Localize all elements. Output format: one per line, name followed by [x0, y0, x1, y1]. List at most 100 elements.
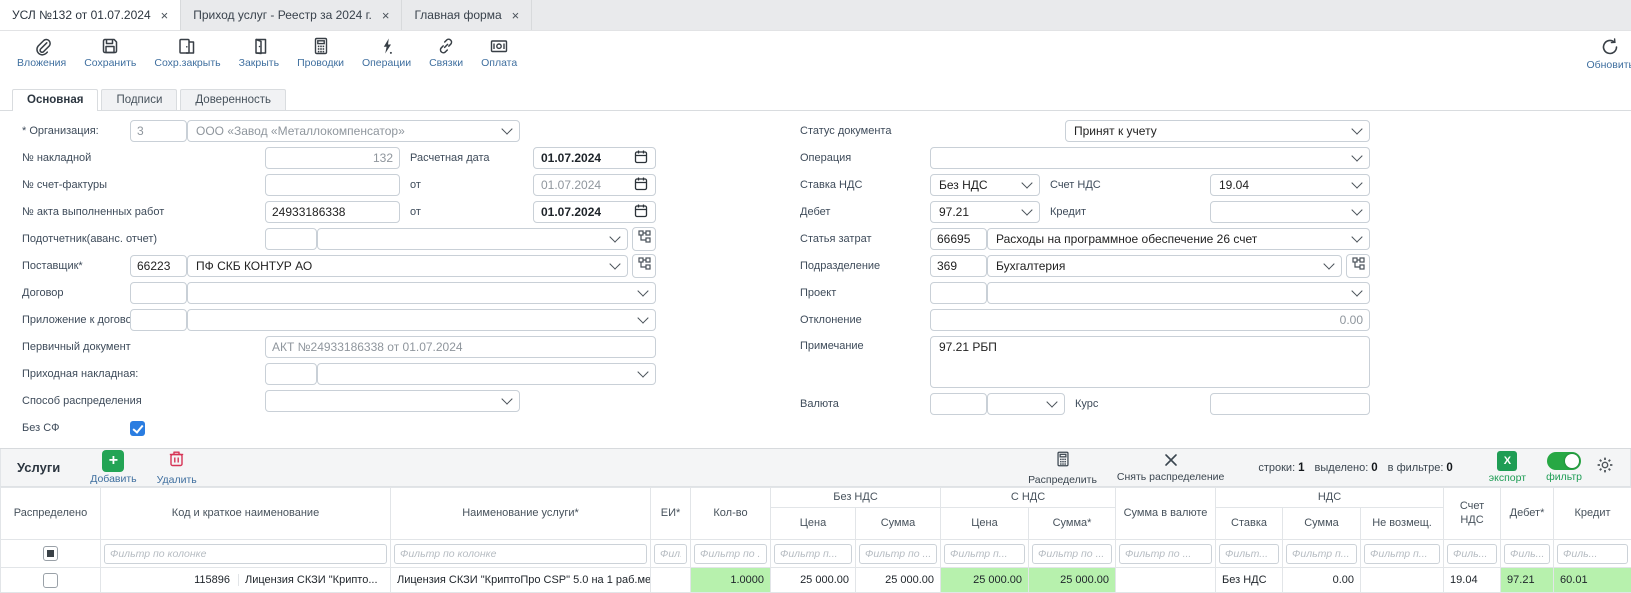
delete-row-button[interactable]: Удалить	[157, 449, 197, 486]
sum-vat-cell[interactable]: 25 000.00	[1029, 568, 1116, 593]
primary-doc-input[interactable]	[265, 336, 656, 358]
tab-document[interactable]: УСЛ №132 от 01.07.2024	[0, 0, 181, 30]
attachments-button[interactable]: Вложения	[8, 36, 75, 69]
accountable-code-input[interactable]	[265, 228, 317, 250]
filter-input-vat-rate[interactable]	[1219, 544, 1279, 564]
filter-input-sum-no-vat[interactable]	[859, 544, 937, 564]
close-icon[interactable]	[382, 9, 390, 22]
close-button[interactable]: Закрыть	[230, 36, 288, 69]
links-button[interactable]: Связки	[420, 36, 472, 69]
distribution-method-select[interactable]	[265, 390, 520, 412]
contract-code-input[interactable]	[130, 282, 187, 304]
status-select[interactable]: Принят к учету	[1065, 120, 1370, 142]
filter-input-sum-currency[interactable]	[1119, 544, 1212, 564]
organization-select[interactable]: ООО «Завод «Металлокомпенсатор»	[187, 120, 520, 142]
column-header-vat-account[interactable]: Счет НДС	[1444, 488, 1501, 540]
credit-select[interactable]	[1210, 201, 1370, 223]
tab-main-form[interactable]: Главная форма	[402, 0, 532, 30]
sum-no-vat-cell[interactable]: 25 000.00	[856, 568, 941, 593]
row-checkbox[interactable]	[43, 573, 58, 588]
filter-input-sum-vat[interactable]	[1032, 544, 1112, 564]
department-tree-button[interactable]	[1346, 254, 1370, 278]
calc-date-field[interactable]: 01.07.2024	[533, 147, 656, 169]
no-sf-checkbox[interactable]	[130, 421, 145, 436]
filter-input-code[interactable]	[104, 544, 387, 564]
filter-input-price-vat[interactable]	[944, 544, 1025, 564]
vat-rate-select[interactable]: Без НДС	[930, 174, 1040, 196]
non-reimb-cell[interactable]	[1361, 568, 1444, 593]
filter-input-unit[interactable]	[654, 544, 687, 564]
project-code-input[interactable]	[930, 282, 987, 304]
filter-input-credit[interactable]	[1557, 544, 1628, 564]
act-date-field[interactable]: 01.07.2024	[533, 201, 656, 223]
annex-code-input[interactable]	[130, 309, 187, 331]
column-header-price-vat[interactable]: Цена	[941, 508, 1029, 540]
filter-input-qty[interactable]	[694, 544, 767, 564]
close-icon[interactable]	[161, 9, 169, 22]
contract-select[interactable]	[187, 282, 656, 304]
tab-registry[interactable]: Приход услуг - Реестр за 2024 г.	[181, 0, 402, 30]
select-all-checkbox[interactable]	[43, 546, 58, 561]
undistribute-button[interactable]: Снять распределение	[1117, 452, 1224, 483]
vat-sum-cell[interactable]: 0.00	[1283, 568, 1361, 593]
column-header-vat-rate[interactable]: Ставка	[1216, 508, 1283, 540]
tab-power-of-attorney[interactable]: Доверенность	[180, 89, 286, 110]
debit-cell[interactable]: 97.21	[1501, 568, 1554, 593]
column-header-distributed[interactable]: Распределено	[1, 488, 101, 540]
filter-toggle[interactable]: фильтр	[1546, 452, 1582, 483]
column-header-credit[interactable]: Кредит	[1554, 488, 1631, 540]
payment-button[interactable]: Оплата	[472, 36, 526, 69]
close-icon[interactable]	[512, 9, 520, 22]
supplier-select[interactable]: ПФ СКБ КОНТУР АО	[187, 255, 628, 277]
currency-select[interactable]	[987, 393, 1065, 415]
cost-item-code-input[interactable]	[930, 228, 987, 250]
accountable-select[interactable]	[317, 228, 628, 250]
table-settings-button[interactable]	[1596, 456, 1614, 479]
organization-code-input[interactable]	[130, 120, 187, 142]
code-short-name-cell[interactable]: 115896 Лицензия СКЗИ "Крипто...	[101, 568, 390, 592]
department-select[interactable]: Бухгалтерия	[987, 255, 1342, 277]
currency-code-input[interactable]	[930, 393, 987, 415]
filter-input-vat-sum[interactable]	[1286, 544, 1357, 564]
filter-input-price-no-vat[interactable]	[774, 544, 852, 564]
column-header-service-name[interactable]: Наименование услуги*	[391, 488, 651, 540]
vat-account-select[interactable]: 19.04	[1210, 174, 1370, 196]
operations-button[interactable]: Операции	[353, 36, 420, 69]
distribute-button[interactable]: Распределить	[1028, 450, 1097, 486]
filter-input-service[interactable]	[394, 544, 647, 564]
column-header-unit[interactable]: ЕИ*	[651, 488, 691, 540]
act-number-input[interactable]	[265, 201, 400, 223]
service-name-cell[interactable]: Лицензия СКЗИ "КриптоПро CSP" 5.0 на 1 р…	[391, 568, 651, 593]
sum-currency-cell[interactable]	[1116, 568, 1216, 593]
column-header-vat-sum[interactable]: Сумма	[1283, 508, 1361, 540]
unit-cell[interactable]	[651, 568, 691, 593]
column-header-qty[interactable]: Кол-во	[691, 488, 771, 540]
incoming-code-input[interactable]	[265, 363, 317, 385]
department-code-input[interactable]	[930, 255, 987, 277]
column-header-code[interactable]: Код и краткое наименование	[101, 488, 391, 540]
tab-signatures[interactable]: Подписи	[101, 89, 177, 110]
note-textarea[interactable]: 97.21 РБП	[930, 336, 1370, 388]
column-header-non-reimb[interactable]: Не возмещ.	[1361, 508, 1444, 540]
rate-input[interactable]	[1210, 393, 1370, 415]
supplier-tree-button[interactable]	[632, 254, 656, 278]
postings-button[interactable]: Проводки	[288, 36, 353, 69]
filter-input-vat-account[interactable]	[1447, 544, 1497, 564]
export-button[interactable]: X экспорт	[1489, 451, 1526, 484]
project-select[interactable]	[987, 282, 1370, 304]
qty-cell[interactable]: 1.0000	[691, 568, 771, 593]
supplier-code-input[interactable]	[130, 255, 187, 277]
price-no-vat-cell[interactable]: 25 000.00	[771, 568, 856, 593]
debit-select[interactable]: 97.21	[930, 201, 1040, 223]
column-header-price-no-vat[interactable]: Цена	[771, 508, 856, 540]
operation-select[interactable]	[930, 147, 1370, 169]
sf-date-field[interactable]: 01.07.2024	[533, 174, 656, 196]
column-header-sum-vat[interactable]: Сумма*	[1029, 508, 1116, 540]
column-header-sum-currency[interactable]: Сумма в валюте	[1116, 488, 1216, 540]
price-vat-cell[interactable]: 25 000.00	[941, 568, 1029, 593]
table-row[interactable]: 115896 Лицензия СКЗИ "Крипто... Лицензия…	[1, 568, 1631, 593]
filter-input-non-reimb[interactable]	[1364, 544, 1440, 564]
vat-rate-cell[interactable]: Без НДС	[1216, 568, 1283, 593]
refresh-button[interactable]: Обновить	[1577, 36, 1631, 71]
vat-account-cell[interactable]: 19.04	[1444, 568, 1501, 593]
